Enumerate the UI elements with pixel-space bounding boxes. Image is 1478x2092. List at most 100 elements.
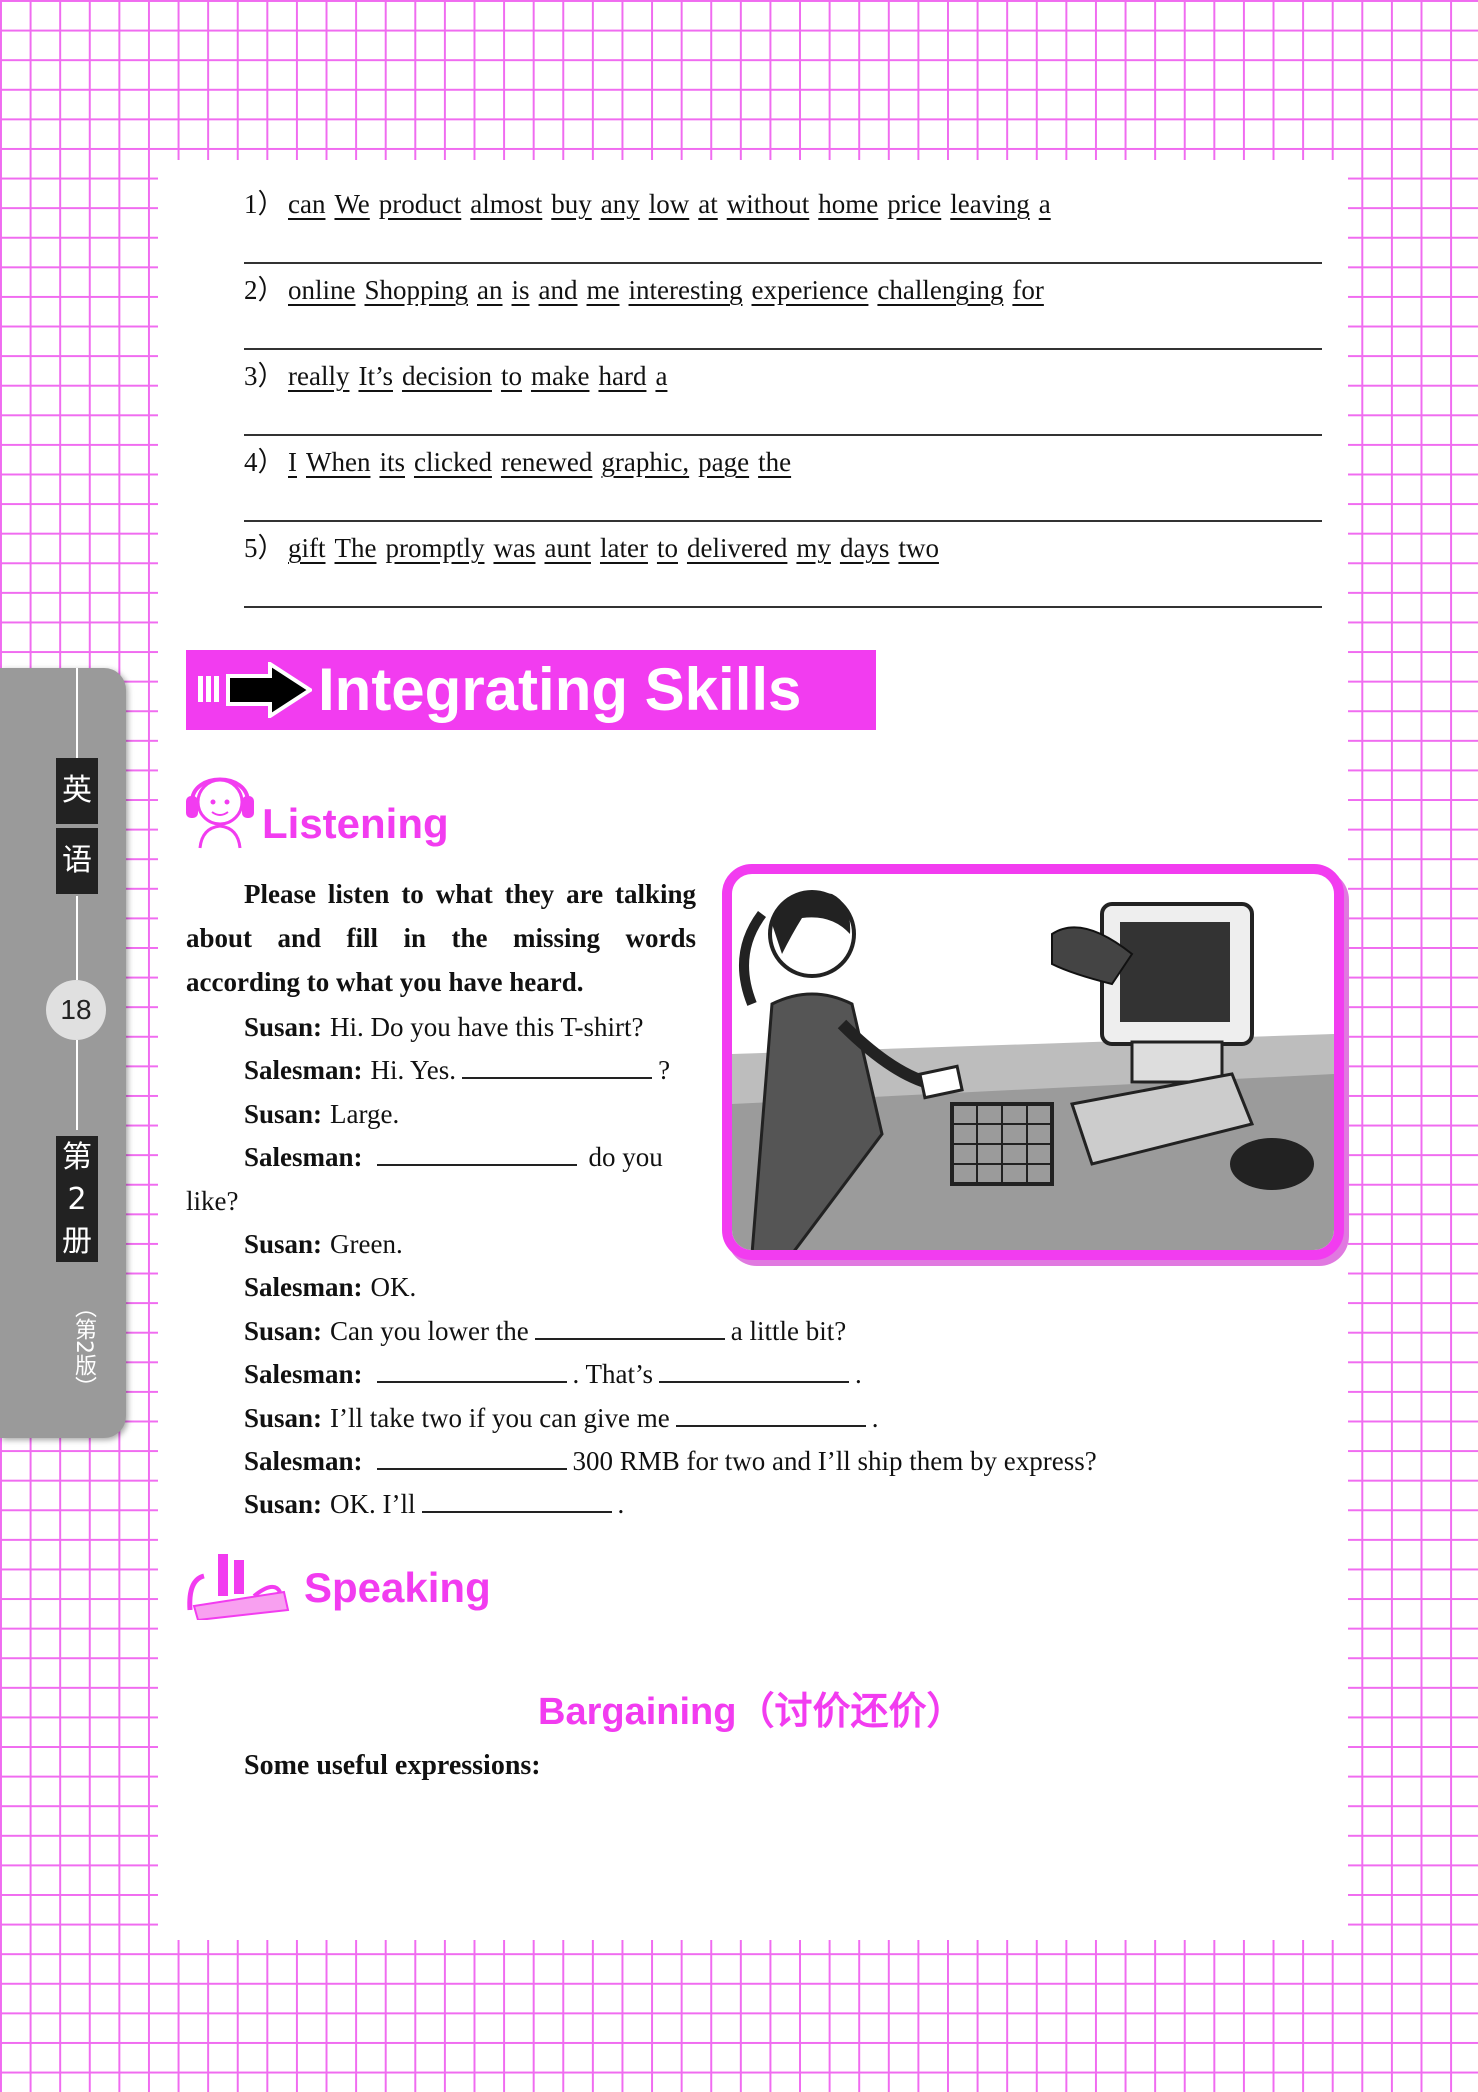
dialogue-text: . — [855, 1359, 862, 1390]
side-divider — [76, 1040, 78, 1130]
side-divider — [76, 668, 78, 758]
scrambled-word: aunt — [544, 533, 591, 563]
dialogue-line: Susan: OK. I’ll. — [244, 1483, 624, 1526]
answer-line[interactable] — [244, 606, 1322, 608]
dialogue-text: Can you lower the — [330, 1315, 529, 1346]
useful-expressions-label: Some useful expressions: — [244, 1750, 541, 1781]
bars-icon — [198, 676, 222, 707]
dialogue-text: . That’s — [572, 1359, 654, 1390]
answer-line[interactable] — [244, 348, 1322, 350]
dialogue-text: OK. — [370, 1272, 417, 1303]
side-char-ying: 英 — [56, 758, 98, 824]
scrambled-word: product — [378, 189, 462, 219]
scrambled-word: online — [288, 275, 356, 305]
fill-blank[interactable] — [421, 1483, 612, 1514]
listening-instruction: Please listen to what they are talking a… — [186, 872, 696, 1004]
scrambled-word: renewed — [500, 447, 593, 477]
scrambled-word: The — [334, 533, 377, 563]
fill-blank[interactable] — [534, 1310, 725, 1340]
side-char-di: 第 — [56, 1136, 98, 1178]
headphone-girl-icon — [186, 777, 254, 849]
dialogue-text: like? — [186, 1185, 239, 1216]
scrambled-word: make — [530, 361, 590, 391]
scrambled-word: at — [698, 189, 718, 219]
scrambled-word: to — [500, 361, 522, 391]
dialogue-text: 300 RMB for two and I’ll ship them by ex… — [572, 1446, 1097, 1476]
fill-blank[interactable] — [376, 1440, 567, 1470]
scrambled-word: gift — [288, 533, 326, 563]
dialogue-text: ? — [658, 1055, 671, 1086]
dialogue-text: OK. I’ll — [330, 1489, 416, 1520]
woman-computer-illustration — [732, 890, 1334, 1250]
scrambled-word: It’s — [358, 361, 393, 391]
scrambled-word: clicked — [413, 447, 492, 477]
item-number: 2） — [244, 275, 285, 305]
dialogue-line: Salesman: do you — [244, 1136, 663, 1179]
scrambled-word: the — [758, 447, 792, 477]
exercise-item: 3） really It’s decision to make hard a — [244, 358, 676, 394]
scrambled-word: decision — [401, 361, 492, 391]
dialogue-text: Green. — [330, 1229, 403, 1259]
side-char-2: 2 — [56, 1178, 98, 1220]
scrambled-word: and — [538, 275, 578, 305]
scrambled-word: low — [648, 189, 690, 219]
answer-line[interactable] — [244, 434, 1322, 436]
speaker-name: Susan: — [244, 1489, 323, 1520]
dialogue-text: Hi. Do you have this T-shirt? — [330, 1012, 644, 1042]
speaker-name: Susan: — [244, 1402, 323, 1433]
instruction-rest: about and fill in the missing words acco… — [186, 923, 696, 997]
scrambled-word: for — [1012, 275, 1044, 305]
dialogue-text: . — [617, 1489, 625, 1520]
scrambled-word: me — [586, 275, 620, 305]
speaker-name: Salesman: — [244, 1055, 363, 1086]
fill-blank[interactable] — [376, 1136, 577, 1167]
speaker-name: Salesman: — [244, 1142, 363, 1173]
speaking-heading: Speaking — [304, 1564, 491, 1611]
answer-line[interactable] — [244, 262, 1322, 264]
speaker-name: Susan: — [244, 1315, 323, 1346]
dialogue-line: Salesman: Hi. Yes.? — [244, 1049, 670, 1092]
scrambled-word: to — [656, 533, 678, 563]
fill-blank[interactable] — [675, 1397, 866, 1427]
scrambled-word: home — [818, 189, 879, 219]
fill-blank[interactable] — [376, 1353, 567, 1384]
speaking-icon — [187, 1554, 290, 1620]
fill-blank[interactable] — [659, 1353, 850, 1384]
arrow-right-icon — [226, 662, 312, 718]
dialogue-line: Susan: I’ll take two if you can give me. — [244, 1397, 878, 1440]
item-number: 3） — [244, 361, 285, 391]
dialogue-line: Susan: Hi. Do you have this T-shirt? — [244, 1006, 644, 1049]
answer-line[interactable] — [244, 520, 1322, 522]
dialogue-line: Salesman: OK. — [244, 1266, 416, 1309]
scrambled-word: I — [288, 447, 297, 477]
dialogue-line: Susan: Green. — [244, 1223, 403, 1266]
instruction-first-line: Please listen to what they are talking — [244, 879, 696, 909]
side-char-ce: 册 — [56, 1220, 98, 1262]
scrambled-word: hard — [598, 361, 647, 391]
scrambled-word: later — [599, 533, 648, 563]
scrambled-word: a — [1038, 189, 1051, 219]
fill-blank[interactable] — [462, 1049, 653, 1080]
speaker-name: Salesman: — [244, 1272, 363, 1303]
edition-label: （第2版） — [71, 1296, 96, 1398]
side-char-yu: 语 — [56, 828, 98, 894]
page-number: 18 — [46, 980, 106, 1040]
dialogue-text: . — [871, 1402, 879, 1433]
dialogue-line: like? — [186, 1180, 238, 1223]
scrambled-word: leaving — [950, 189, 1030, 219]
scrambled-word: its — [379, 447, 405, 477]
banner-title: Integrating Skills — [318, 656, 802, 723]
item-number: 1） — [244, 189, 285, 219]
dialogue-text: do you — [588, 1142, 663, 1173]
speaker-name: Susan: — [244, 1012, 323, 1042]
scrambled-word: can — [288, 189, 326, 219]
dialogue-text: I’ll take two if you can give me — [330, 1402, 670, 1433]
scrambled-word: a — [655, 361, 668, 391]
scrambled-word: really — [288, 361, 350, 391]
scrambled-word: graphic, — [601, 447, 690, 477]
scrambled-word: days — [839, 533, 890, 563]
scrambled-word: Shopping — [364, 275, 469, 305]
scrambled-word: When — [306, 447, 371, 477]
dialogue-line: Salesman: 300 RMB for two and I’ll ship t… — [244, 1440, 1097, 1483]
speaker-name: Salesman: — [244, 1359, 363, 1390]
